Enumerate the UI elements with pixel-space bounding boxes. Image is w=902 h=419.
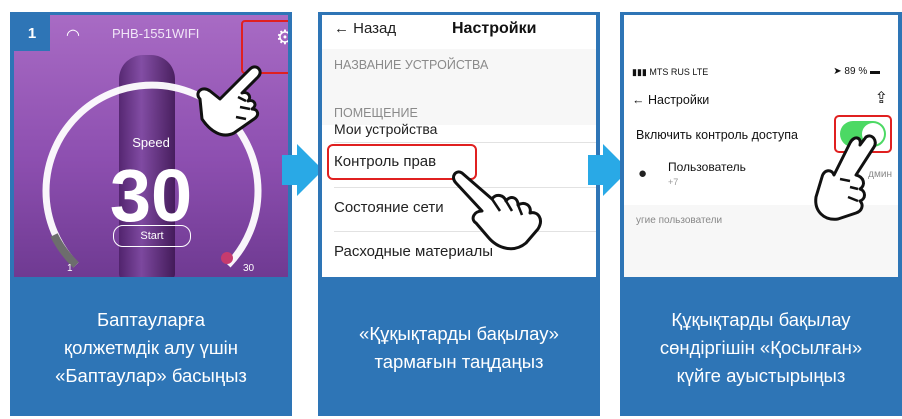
room-header: ПОМЕЩЕНИЕ — [334, 106, 418, 120]
divider — [334, 142, 596, 143]
status-bar-battery: ➤ 89 % ▬ — [833, 66, 880, 77]
step-3-panel: ▮▮▮ MTS RUS LTE ➤ 89 % ▬ ← Настройки ⇪ В… — [620, 12, 902, 416]
app-screen-main: 1 ◠ PHB-1551WIFI ⚙ Speed 30 Start 1 30 — [14, 15, 288, 277]
settings-screen: ← Назад Настройки НАЗВАНИЕ УСТРОЙСТВА ПО… — [322, 15, 596, 277]
access-control-label: Включить контроль доступа — [636, 128, 798, 142]
speed-label: Speed — [132, 135, 170, 150]
pointing-hand-icon — [196, 65, 262, 137]
step-2-caption: «Құқықтарды бақылау» тармағын таңдаңыз — [359, 323, 559, 372]
user-icon: ● — [638, 165, 648, 182]
share-icon[interactable]: ⇪ — [875, 88, 888, 108]
start-button[interactable]: Start — [113, 225, 191, 247]
step-1-panel: 1 ◠ PHB-1551WIFI ⚙ Speed 30 Start 1 30 Б… — [10, 12, 292, 416]
scale-max-label: 30 — [243, 263, 255, 274]
user-phone: +7 — [668, 177, 679, 187]
step-number-badge: 1 — [14, 15, 50, 51]
device-name-header[interactable]: НАЗВАНИЕ УСТРОЙСТВА — [334, 58, 488, 72]
page-title: Настройки — [452, 20, 537, 37]
room-value[interactable]: Мои устройства — [334, 121, 437, 137]
step-2-panel: ← Назад Настройки НАЗВАНИЕ УСТРОЙСТВА ПО… — [318, 12, 600, 416]
access-control-screen: ▮▮▮ MTS RUS LTE ➤ 89 % ▬ ← Настройки ⇪ В… — [624, 15, 898, 277]
top-bar: 1 ◠ PHB-1551WIFI ⚙ — [14, 15, 288, 74]
back-button[interactable]: ← Назад — [334, 20, 396, 37]
other-users-label: угие пользователи — [636, 215, 723, 226]
step-3-caption: Құқықтарды бақылау сөндіргішін «Қосылған… — [659, 309, 863, 386]
back-button[interactable]: ← Настройки — [632, 93, 709, 107]
wifi-icon: ◠ — [66, 27, 80, 44]
pointing-hand-icon — [814, 134, 877, 221]
step-1-caption: Баптауларға қолжетмдік алу үшін «Баптаул… — [55, 309, 247, 386]
status-bar-carrier: ▮▮▮ MTS RUS LTE — [632, 67, 709, 77]
pointing-hand-icon — [452, 170, 542, 251]
device-name: PHB-1551WIFI — [112, 26, 200, 41]
nav-bar: ← Назад Настройки — [322, 15, 596, 49]
scale-min-label: 1 — [67, 263, 73, 274]
user-name[interactable]: Пользователь — [668, 160, 746, 174]
menu-item-network-status[interactable]: Состояние сети — [334, 199, 444, 216]
dial-handle[interactable] — [221, 252, 233, 264]
